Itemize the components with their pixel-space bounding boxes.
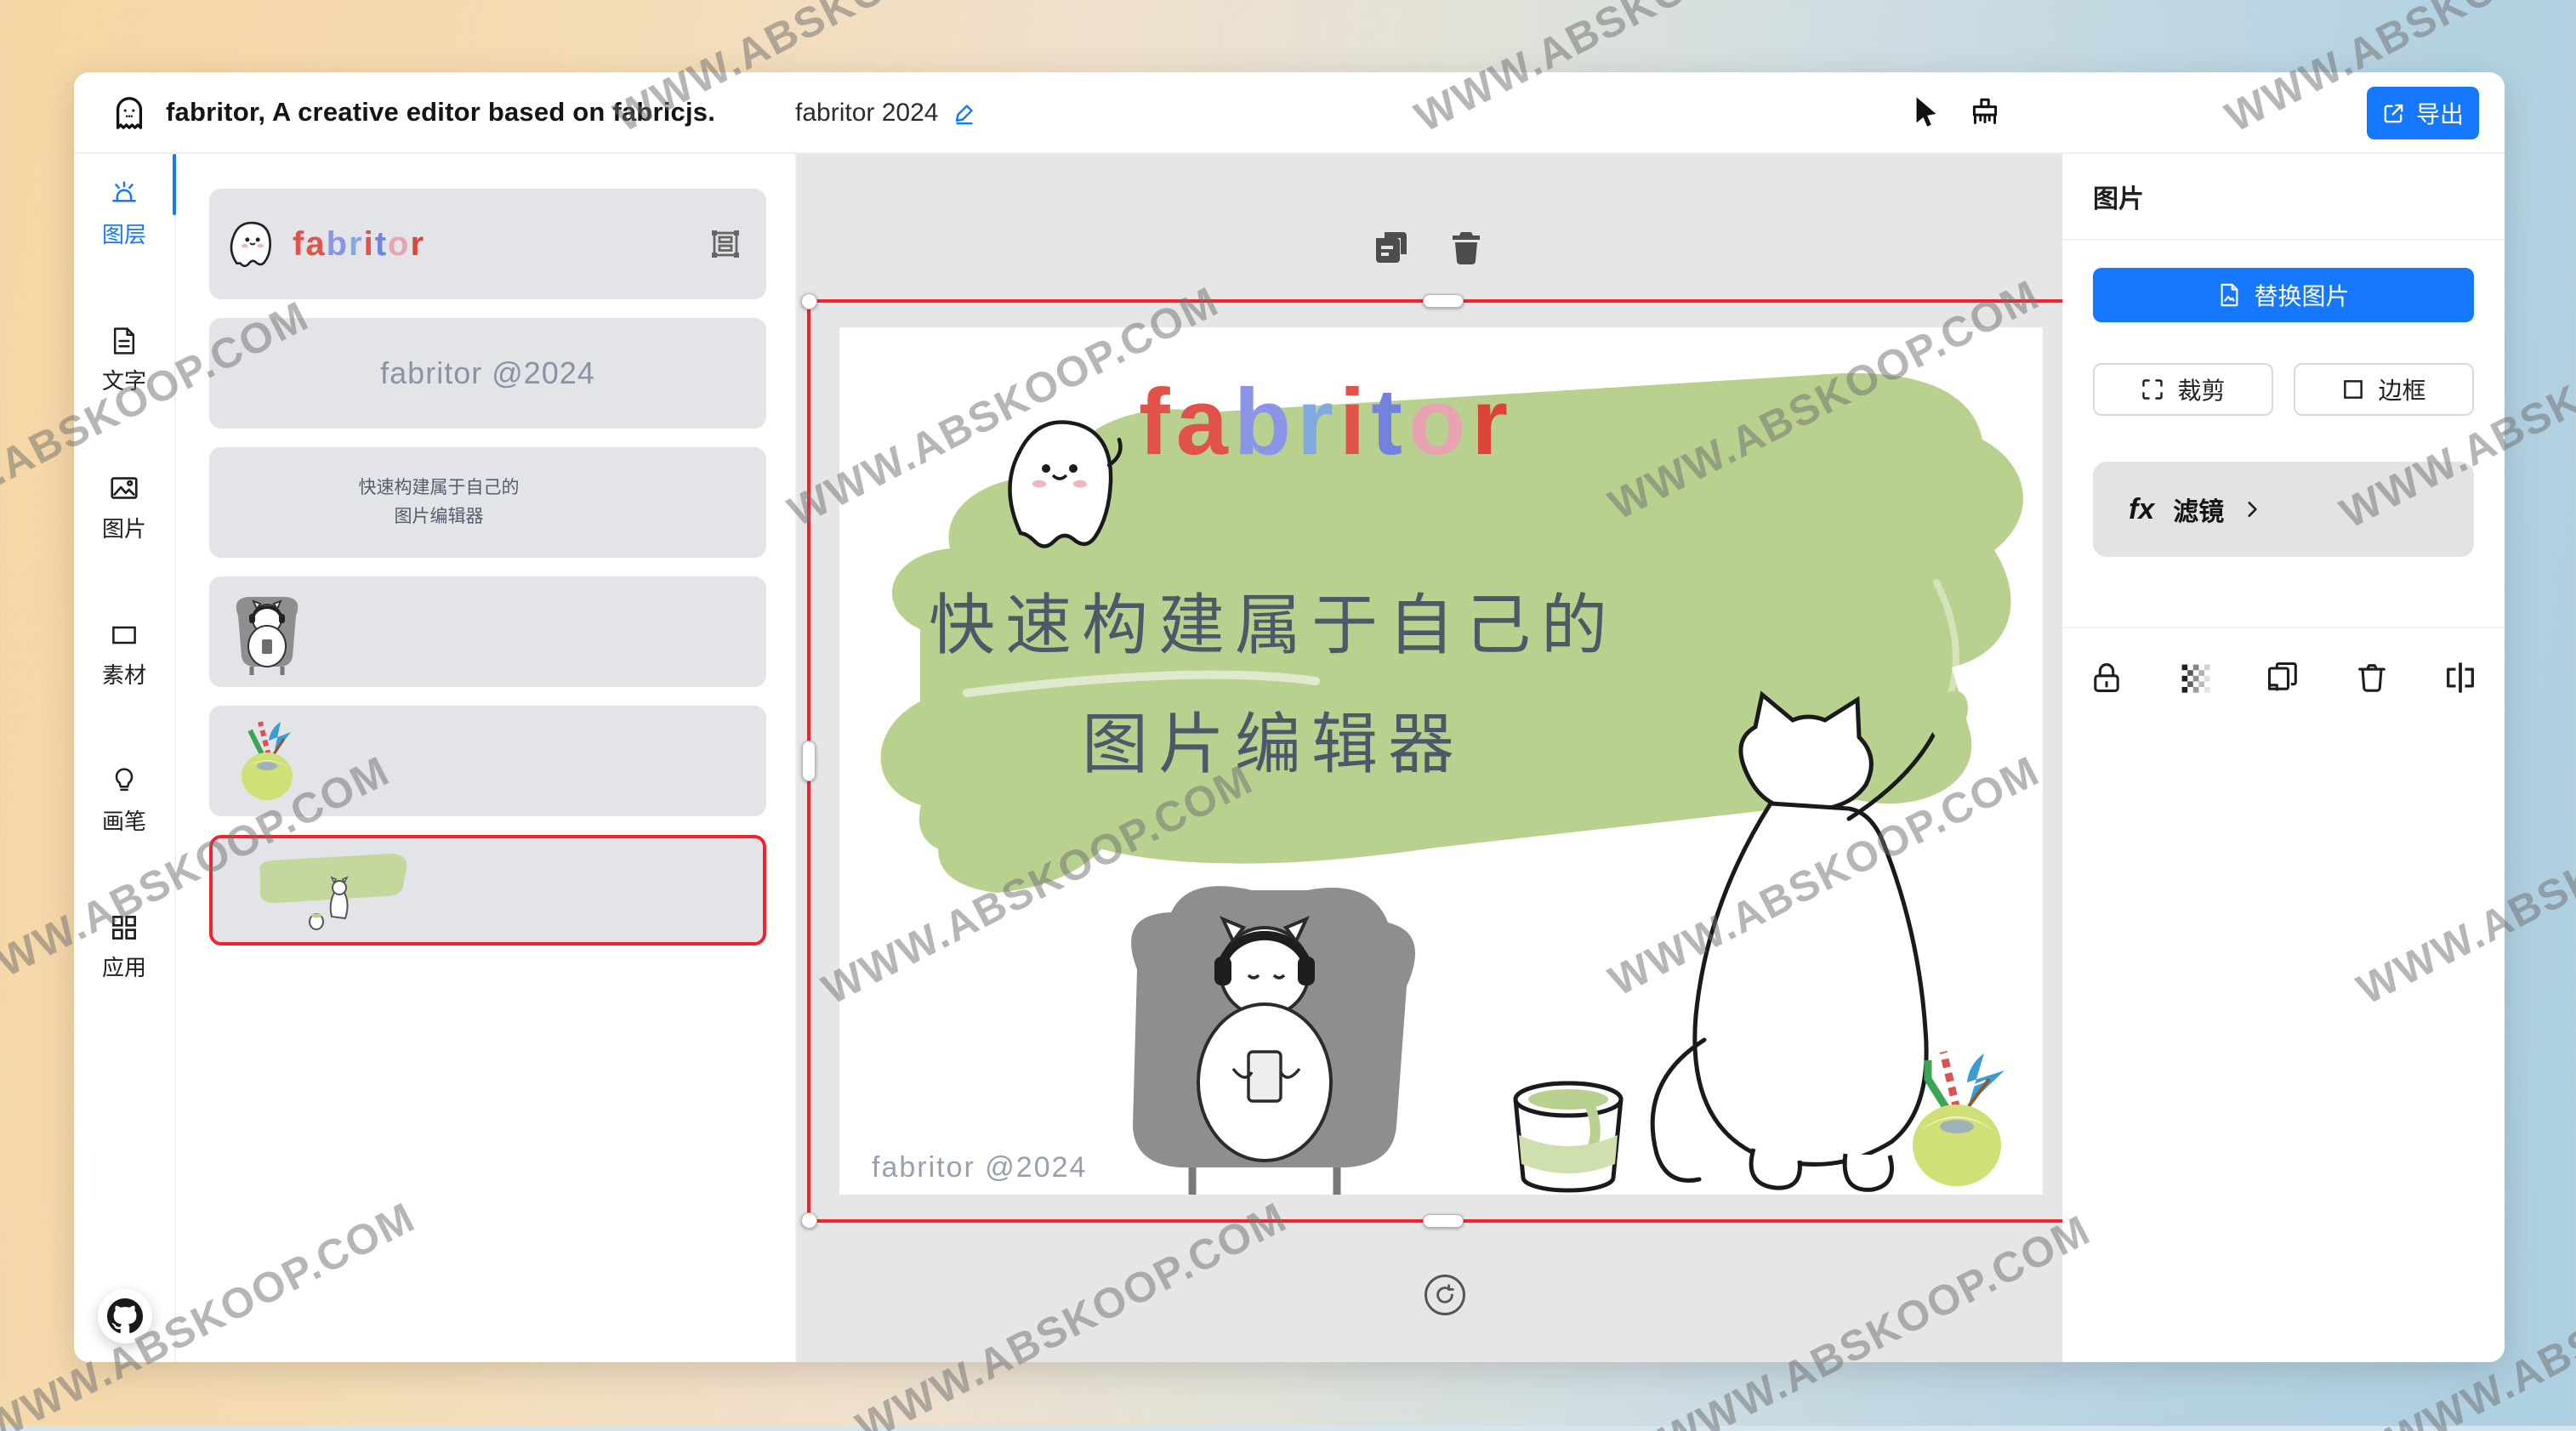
picture-icon (108, 472, 140, 504)
desktop-background: { "header": { "title": "fabritor, A crea… (0, 0, 2576, 1431)
panel-title: 图片 (2093, 185, 2144, 213)
github-icon (107, 1298, 143, 1334)
ghost-sticker (226, 216, 279, 272)
chevron-right-icon (2243, 500, 2261, 519)
fx-icon: fx (2129, 492, 2155, 525)
layer-item-coconut[interactable] (209, 706, 766, 816)
sidebar-item-material[interactable]: 素材 (102, 620, 146, 690)
layer-text-line2: 图片编辑器 (394, 507, 484, 526)
app-header: fabritor, A creative editor based on fab… (74, 72, 2505, 154)
fabritor-app-window: fabritor, A creative editor based on fab… (74, 72, 2505, 1362)
sidebar-item-label: 画笔 (101, 809, 146, 834)
selection-handle-mid-left[interactable] (802, 741, 816, 781)
object-toolbar (1371, 227, 1487, 268)
layer-item-cat-armchair[interactable] (209, 576, 766, 687)
export-icon (2382, 102, 2405, 125)
sidebar-item-layers[interactable]: 图层 (102, 179, 146, 249)
flip-icon[interactable] (2442, 659, 2479, 696)
header-tools (1911, 72, 2003, 154)
layer-text: fabritor @2024 (380, 355, 595, 390)
cat-armchair-thumbnail (209, 587, 311, 677)
panel-divider (2062, 239, 2505, 241)
github-button[interactable] (98, 1289, 152, 1343)
export-label: 导出 (2415, 101, 2464, 128)
copy-icon[interactable] (2265, 659, 2302, 696)
ghost-logo-icon (110, 93, 149, 132)
delete-icon[interactable] (2353, 659, 2391, 696)
layer-logo-content: fabritor (209, 216, 425, 272)
edit-doc-name-icon[interactable] (952, 100, 977, 126)
sidebar-item-label: 图片 (101, 516, 146, 542)
rotate-handle[interactable] (1424, 1275, 1465, 1315)
document-name-text: fabritor 2024 (795, 99, 939, 127)
selection-handle-mid-bottom[interactable] (1423, 1214, 1464, 1228)
layer-text-line1: 快速构建属于自己的 (358, 478, 520, 498)
crop-label: 裁剪 (2177, 378, 2226, 404)
layer-item-smear-cat-selected[interactable] (209, 835, 766, 945)
document-name: fabritor 2024 (795, 72, 977, 154)
app-title: fabritor, A creative editor based on fab… (166, 97, 716, 127)
properties-panel: 图片 替换图片 裁剪 边框 fx 滤镜 (2062, 154, 2505, 1362)
apps-icon (109, 912, 139, 943)
selection-handle-bottom-left[interactable] (801, 1212, 817, 1229)
object-actions-row (2062, 627, 2505, 696)
delete-object-icon[interactable] (1446, 227, 1487, 268)
layer-brand-word: fabritor (293, 224, 426, 263)
replace-image-button[interactable]: 替换图片 (2093, 268, 2474, 322)
brush-icon (109, 766, 139, 797)
border-label: 边框 (2378, 378, 2426, 404)
coconut-thumbnail (209, 718, 299, 804)
filter-section[interactable]: fx 滤镜 (2093, 462, 2474, 557)
rotate-icon (1434, 1284, 1456, 1306)
green-smear-cat-thumbnail (213, 847, 415, 934)
duplicate-object-icon[interactable] (1371, 227, 1412, 268)
border-square-icon (2341, 378, 2365, 401)
selection-handle-top-left[interactable] (801, 293, 817, 309)
text-file-icon (109, 326, 139, 356)
crop-button[interactable]: 裁剪 (2093, 363, 2273, 416)
sidebar-item-label: 图层 (101, 222, 146, 247)
sidebar-item-label: 素材 (101, 662, 146, 688)
app-body: 图层 文字 图片 素材 画笔 应用 fabritor fabritor @202… (74, 154, 2505, 1362)
sidebar-item-image[interactable]: 图片 (102, 472, 146, 543)
layer-item-slogan-text[interactable]: 快速构建属于自己的 图片编辑器 (209, 447, 766, 558)
crop-corners-icon (2141, 378, 2164, 401)
layer-order-icon[interactable] (707, 225, 744, 263)
sidebar: 图层 文字 图片 素材 画笔 应用 (74, 154, 176, 1362)
select-mode-cursor-icon[interactable] (1911, 96, 1942, 130)
image-tools-row: 裁剪 边框 (2093, 363, 2474, 416)
export-button[interactable]: 导出 (2367, 87, 2479, 139)
sidebar-item-label: 文字 (101, 368, 146, 394)
sidebar-item-text[interactable]: 文字 (102, 326, 146, 395)
lock-icon[interactable] (2088, 659, 2125, 696)
layer-text-block: 快速构建属于自己的 图片编辑器 (209, 474, 766, 531)
opacity-icon[interactable] (2176, 659, 2214, 696)
layers-icon (109, 179, 139, 210)
layers-panel: fabritor fabritor @2024 快速构建属于自己的 图片编辑器 (176, 154, 797, 1362)
sidebar-item-label: 应用 (101, 955, 146, 980)
layer-item-logo[interactable]: fabritor (209, 189, 766, 299)
layer-item-credit-text[interactable]: fabritor @2024 (209, 318, 766, 429)
sidebar-active-indicator (173, 154, 176, 215)
replace-image-label: 替换图片 (2254, 283, 2350, 309)
sidebar-item-apps[interactable]: 应用 (102, 912, 146, 982)
sidebar-item-brush[interactable]: 画笔 (102, 766, 146, 836)
border-button[interactable]: 边框 (2294, 363, 2474, 416)
canvas-workspace[interactable]: fabritor 快速构建属于自己的 图片编辑器 fabritor @2024 (797, 154, 2062, 1362)
filter-label: 滤镜 (2173, 498, 2225, 526)
selection-box (801, 293, 2062, 1229)
file-image-icon (2217, 283, 2241, 307)
clear-canvas-broom-icon[interactable] (1967, 95, 2003, 131)
bottom-edge-strip (0, 1426, 2576, 1431)
app-brand: fabritor, A creative editor based on fab… (110, 93, 715, 132)
shape-icon (109, 620, 139, 650)
selection-handle-mid-top[interactable] (1423, 294, 1464, 308)
